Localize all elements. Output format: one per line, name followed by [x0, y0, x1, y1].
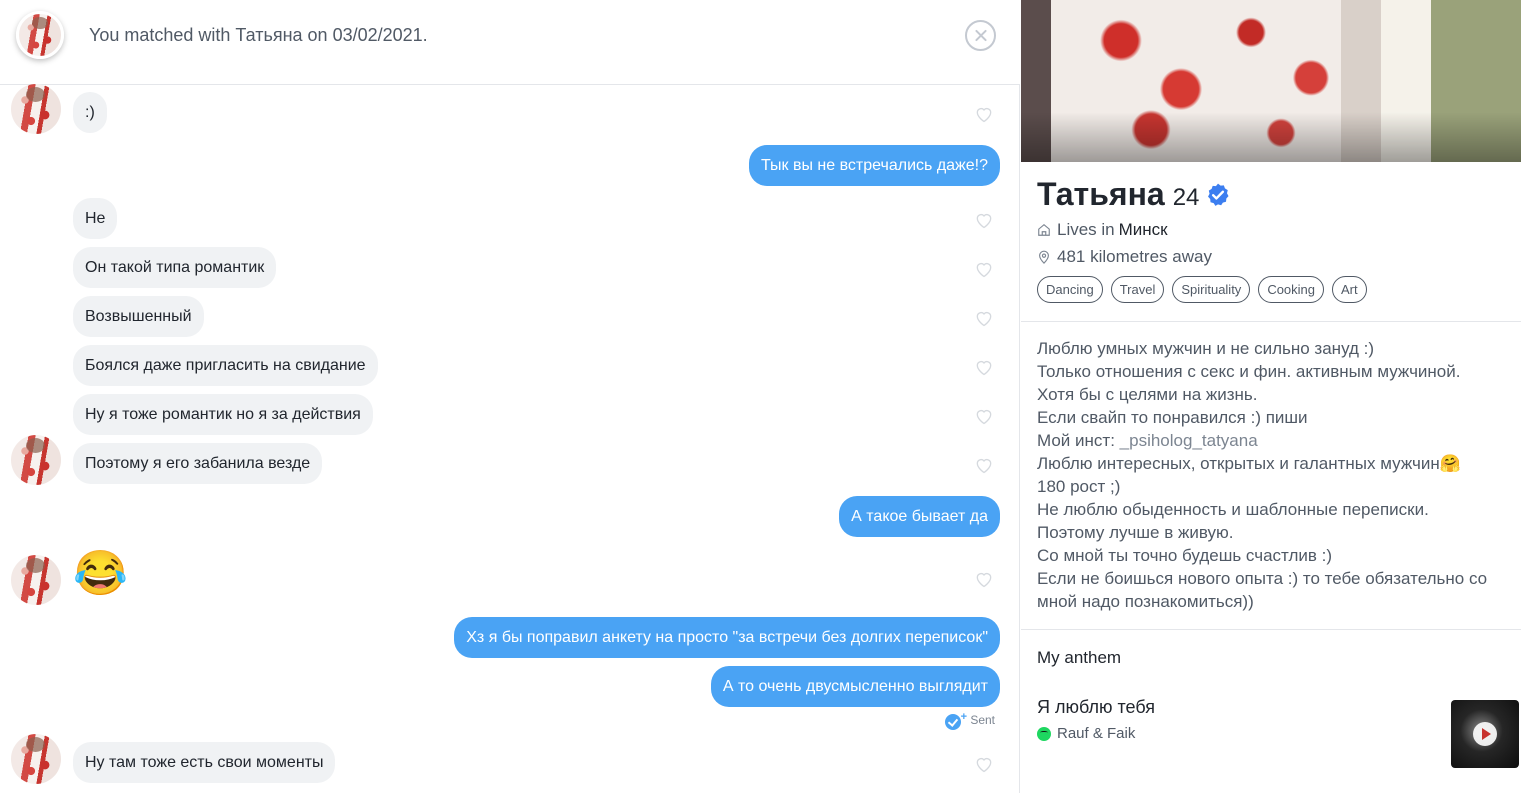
- bio-line: Не люблю обыденность и шаблонные перепис…: [1037, 500, 1429, 519]
- heart-icon[interactable]: [974, 754, 994, 774]
- profile-panel: Татьяна 24 Lives in Минск 481 kilometres…: [1021, 0, 1521, 793]
- chat-panel: You matched with Татьяна on 03/02/2021. …: [0, 0, 1020, 793]
- tag-cooking: Cooking: [1258, 276, 1325, 303]
- message-bubble-out[interactable]: А такое бывает да: [839, 496, 1000, 537]
- distance-line: 481 kilometres away: [1037, 247, 1212, 267]
- anthem-title: My anthem: [1037, 648, 1122, 667]
- bio-line: Если не боишься нового опыта :) то тебе …: [1037, 569, 1488, 611]
- close-icon[interactable]: [965, 20, 996, 51]
- city: Минск: [1118, 220, 1168, 239]
- tag-spirituality: Spirituality: [1172, 276, 1251, 303]
- song-artist: Rauf & Faik: [1057, 725, 1136, 742]
- heart-icon[interactable]: [974, 259, 994, 279]
- sent-check-icon: [945, 714, 961, 730]
- divider: [1021, 629, 1521, 630]
- verified-badge-icon: [1208, 183, 1229, 206]
- tag-art: Art: [1332, 276, 1367, 303]
- bio-line: Люблю умных мужчин и не сильно зануд :): [1037, 339, 1375, 358]
- tag-dancing: Dancing: [1037, 276, 1103, 303]
- message-bubble-in[interactable]: Ну там тоже есть свои моменты: [73, 742, 336, 783]
- message-bubble-in[interactable]: Ну я тоже романтик но я за действия: [73, 394, 373, 435]
- lives-in-line: Lives in Минск: [1037, 220, 1168, 240]
- tag-travel: Travel: [1110, 276, 1165, 303]
- match-header: You matched with Татьяна on 03/02/2021.: [0, 0, 1020, 85]
- divider: [1021, 321, 1521, 322]
- profile-photo[interactable]: [1021, 0, 1521, 162]
- profile-bio: Люблю умных мужчин и не сильно зануд :) …: [1037, 337, 1519, 613]
- bio-insta-prefix: Мой инст:: [1037, 431, 1120, 450]
- profile-age: 24: [1172, 184, 1200, 211]
- bio-line-insta: Мой инст: _psiholog_tatyana: [1037, 429, 1519, 452]
- match-avatar[interactable]: [16, 11, 64, 59]
- heart-icon[interactable]: [974, 455, 994, 475]
- message-bubble-in[interactable]: Возвышенный: [73, 296, 204, 337]
- play-icon[interactable]: [1473, 722, 1497, 746]
- lives-in-label: Lives in: [1057, 220, 1115, 239]
- heart-icon[interactable]: [974, 569, 994, 589]
- interest-tags: Dancing Travel Spirituality Cooking Art: [1037, 276, 1367, 303]
- heart-icon[interactable]: [974, 308, 994, 328]
- message-bubble-out[interactable]: Тык вы не встречались даже!?: [748, 145, 1000, 186]
- avatar[interactable]: [11, 84, 61, 134]
- location-pin-icon: [1039, 250, 1049, 264]
- message-bubble-in[interactable]: Он такой типа романтик: [73, 247, 277, 288]
- bio-line: Поэтому лучше в живую.: [1037, 523, 1234, 542]
- message-bubble-in[interactable]: Поэтому я его забанила везде: [73, 443, 323, 484]
- avatar[interactable]: [11, 435, 61, 485]
- heart-icon[interactable]: [974, 210, 994, 230]
- message-bubble-out[interactable]: А то очень двусмысленно выглядит: [710, 666, 1000, 707]
- bio-line: Со мной ты точно будешь счастлив :): [1037, 546, 1333, 565]
- message-bubble-in[interactable]: Боялся даже пригласить на свидание: [73, 345, 378, 386]
- artist-row: Rauf & Faik: [1037, 725, 1135, 742]
- distance: 481 kilometres away: [1057, 247, 1212, 266]
- bio-line: 180 рост ;): [1037, 477, 1121, 496]
- message-bubble-out[interactable]: Хз я бы поправил анкету на просто "за вс…: [454, 617, 1000, 658]
- song-cover[interactable]: [1451, 700, 1519, 768]
- heart-icon[interactable]: [974, 357, 994, 377]
- profile-name-row: Татьяна 24: [1037, 176, 1231, 213]
- bio-line: Только отношения с секс и фин. активным …: [1037, 362, 1461, 381]
- message-emoji[interactable]: 😂: [73, 549, 128, 599]
- bio-line: Хотя бы с целями на жизнь.: [1037, 385, 1258, 404]
- home-icon: [1038, 224, 1050, 236]
- avatar[interactable]: [11, 734, 61, 784]
- spotify-icon: [1037, 726, 1051, 741]
- message-bubble-in[interactable]: Не: [73, 198, 118, 239]
- bio-line: Если свайп то понравился :) пиши: [1037, 408, 1308, 427]
- song-title: Я люблю тебя: [1037, 697, 1156, 717]
- sent-plus-icon: +: [960, 711, 967, 723]
- message-bubble-in[interactable]: :): [73, 92, 107, 133]
- avatar[interactable]: [11, 555, 61, 605]
- bio-line: Люблю интересных, открытых и галантных м…: [1037, 454, 1461, 473]
- profile-name: Татьяна: [1037, 176, 1165, 212]
- heart-icon[interactable]: [974, 104, 994, 124]
- insta-handle[interactable]: _psiholog_tatyana: [1120, 431, 1258, 450]
- heart-icon[interactable]: [974, 406, 994, 426]
- match-text: You matched with Татьяна on 03/02/2021.: [89, 25, 428, 45]
- sent-status: Sent: [970, 713, 995, 727]
